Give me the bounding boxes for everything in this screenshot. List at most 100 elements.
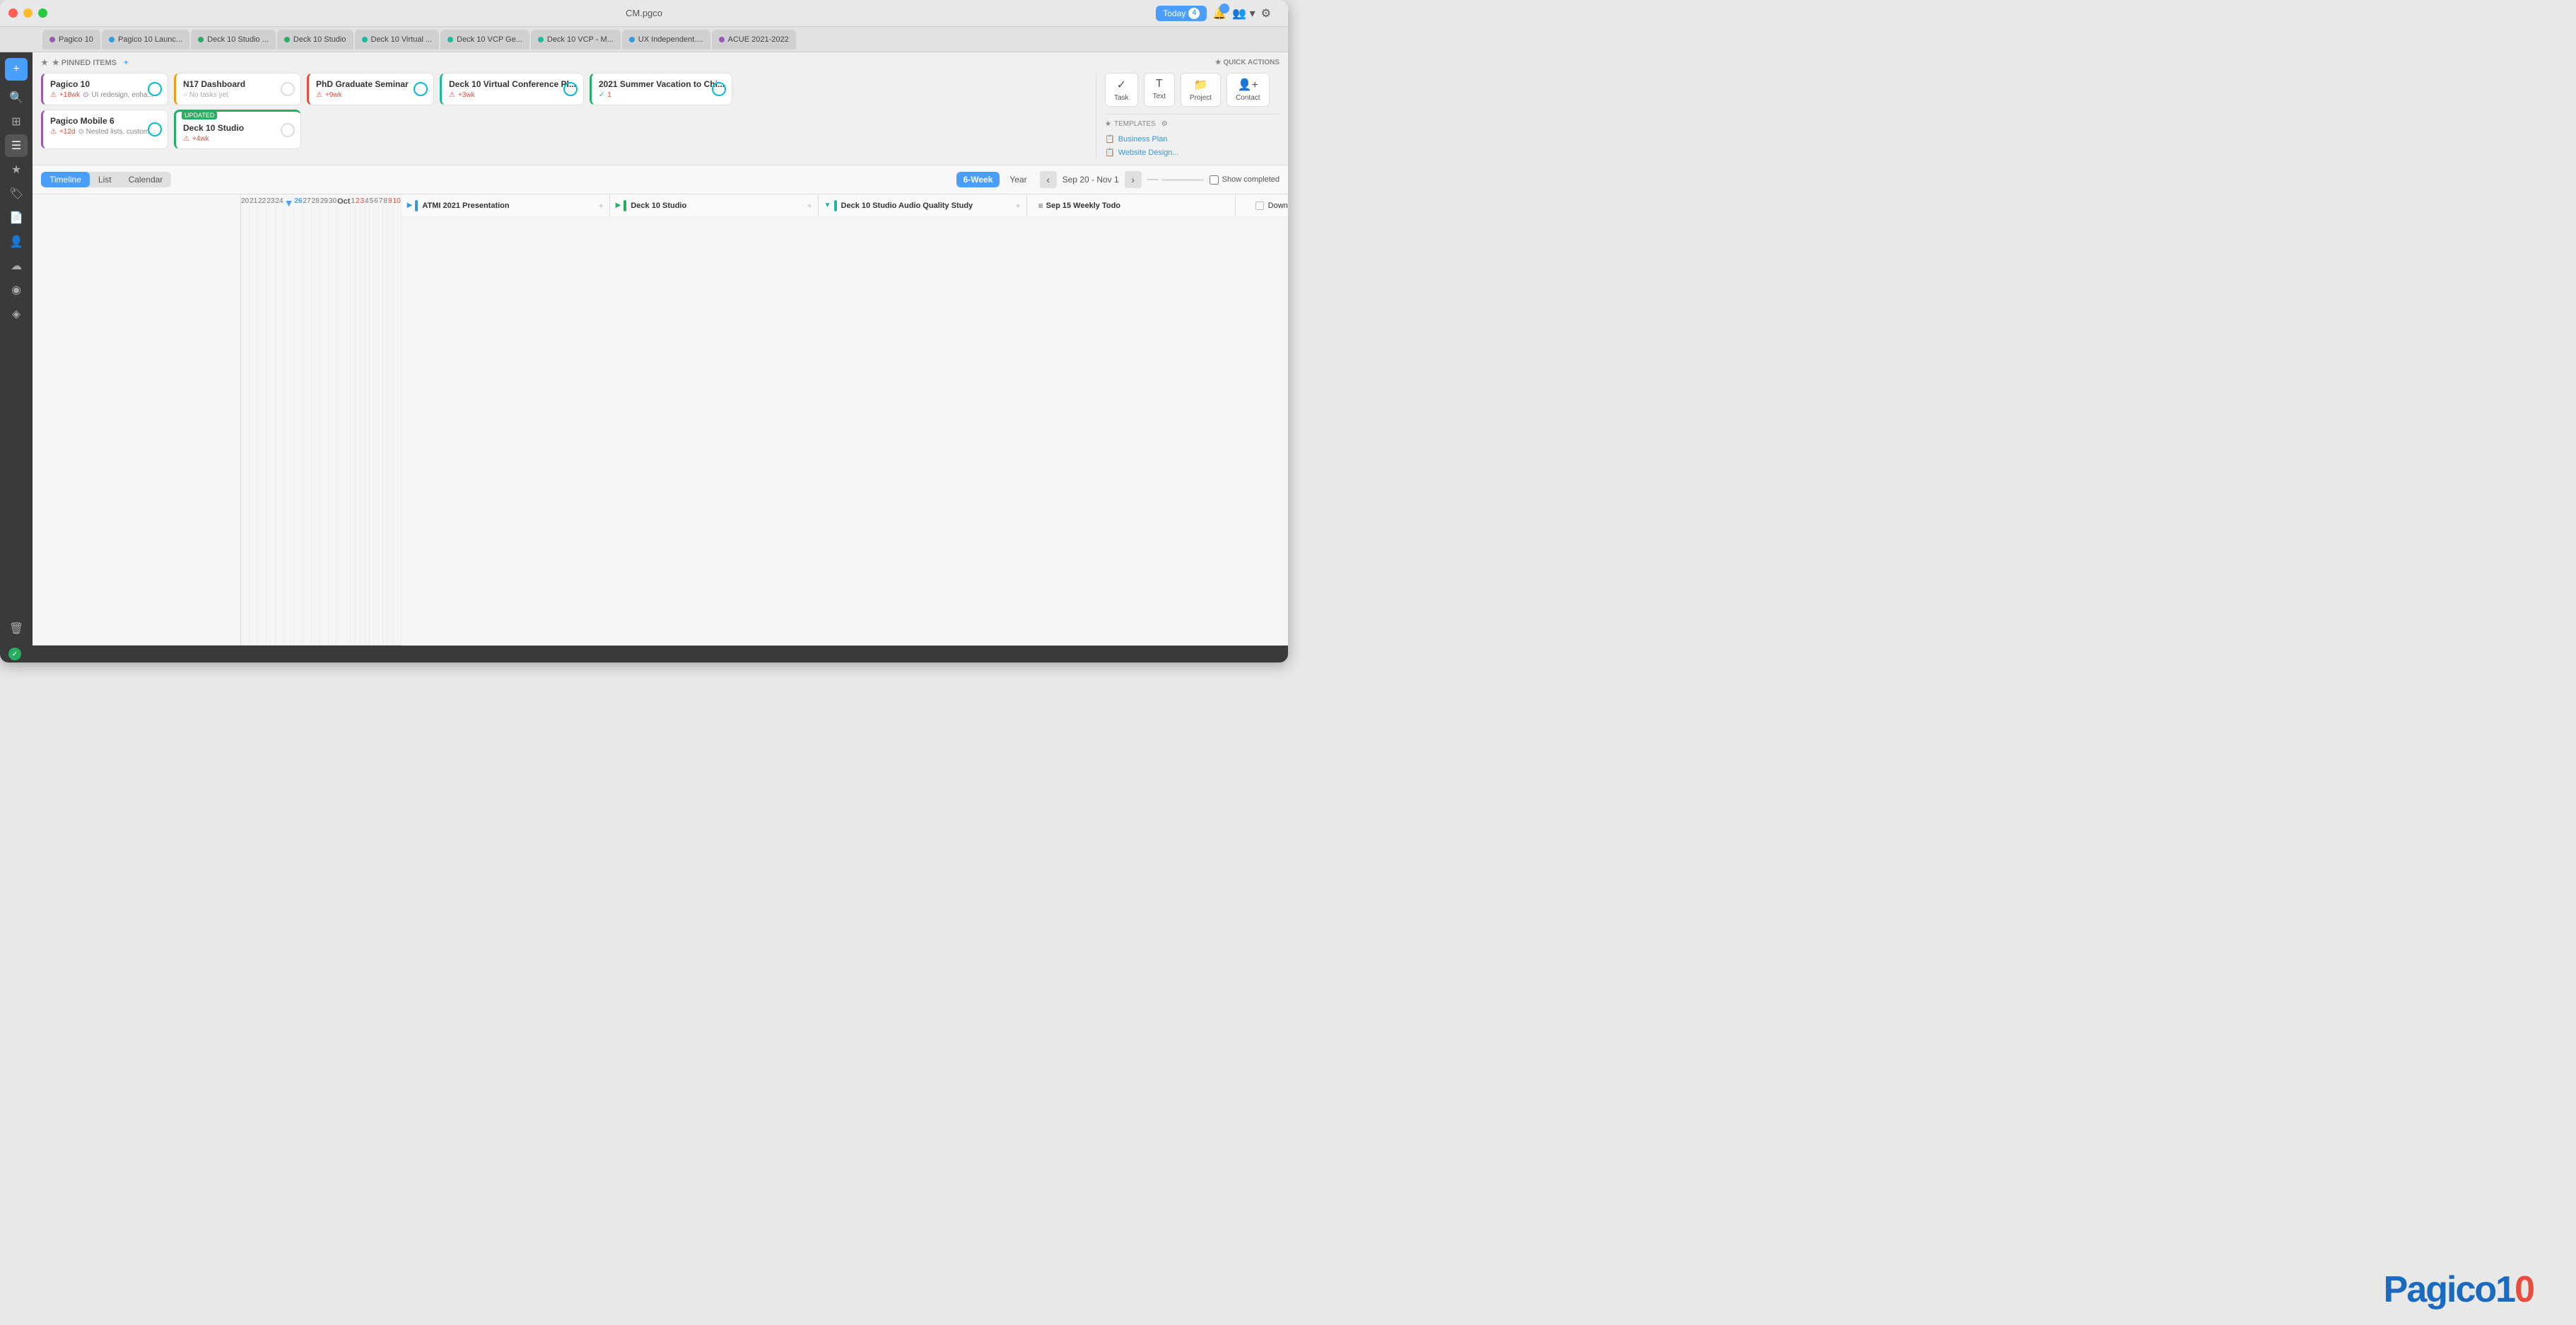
card-status: ⚠ +3wk — [449, 91, 576, 99]
year-button[interactable]: Year — [1002, 172, 1034, 187]
template-website-design[interactable]: 📋 Website Design... — [1105, 146, 1280, 159]
settings-button[interactable]: ⚙ — [1261, 6, 1271, 21]
pinned-card-pagico-mobile[interactable]: Pagico Mobile 6 ⚠ +12d ⊙ Nested lists, c… — [41, 110, 168, 149]
qa-contact-button[interactable]: 👤+ Contact — [1226, 73, 1269, 107]
sidebar-extra2-icon[interactable]: ◈ — [5, 303, 28, 325]
task-cell-deck10[interactable]: ▶ Deck 10 Studio + — [610, 194, 819, 216]
date-oct10: 10 — [393, 194, 402, 645]
tab-timeline[interactable]: Timeline — [41, 172, 90, 187]
task-name-sep15: Sep 15 Weekly Todo — [1046, 202, 1120, 210]
tab-deck10studio2[interactable]: Deck 10 Studio — [277, 30, 353, 49]
card-circle — [563, 82, 578, 96]
task-cell-deck10audio[interactable]: ▼ Deck 10 Studio Audio Quality Study + — [819, 194, 1027, 216]
templates-section: ★ TEMPLATES ⚙ 📋 Business Plan 📋 Website … — [1105, 114, 1280, 159]
content-area: ★ ★ PINNED ITEMS + ★ QUICK ACTIONS — [33, 52, 1288, 646]
task-icon: ✓ — [1117, 78, 1126, 92]
pinned-header: ★ ★ PINNED ITEMS + ★ QUICK ACTIONS — [41, 58, 1280, 67]
zoom-slider[interactable] — [1161, 179, 1204, 181]
task-checkbox-downsample[interactable] — [1255, 202, 1264, 210]
sidebar-search-icon[interactable]: 🔍 — [5, 86, 28, 109]
minimize-button[interactable] — [23, 8, 33, 18]
add-button[interactable]: + — [5, 58, 28, 81]
pinned-row1: Pagico 10 ⚠ +18wk ⊙ UI redesign, enha... — [41, 73, 1090, 105]
pinned-card-pagico10[interactable]: Pagico 10 ⚠ +18wk ⊙ UI redesign, enha... — [41, 73, 168, 105]
sidebar-star-icon[interactable]: ★ — [5, 158, 28, 181]
qa-project-button[interactable]: 📁 Project — [1181, 73, 1221, 107]
sidebar-trash-icon[interactable]: 🗑 — [5, 617, 28, 640]
templates-settings-icon[interactable]: ⚙ — [1161, 120, 1168, 128]
task-cell-downsample[interactable]: Down-sample the CSV data sets — [1236, 194, 1288, 216]
sidebar-cloud-icon[interactable]: ☁ — [5, 255, 28, 277]
nav-next-button[interactable]: › — [1125, 171, 1142, 188]
tab-deck10virtual[interactable]: Deck 10 Virtual ... — [355, 30, 440, 49]
row-deck10audio: ▼ Deck 10 Studio Audio Quality Study + — [819, 194, 1027, 217]
template-label: Website Design... — [1118, 148, 1179, 157]
card-title: PhD Graduate Seminar — [316, 79, 426, 89]
pinned-card-deck10virtual[interactable]: Deck 10 Virtual Conference Pl... ⚠ +3wk — [440, 73, 584, 105]
qa-text-button[interactable]: T Text — [1144, 73, 1175, 107]
pinned-card-n17[interactable]: N17 Dashboard ○ No tasks yet — [174, 73, 301, 105]
templates-star-icon: ★ — [1105, 120, 1111, 128]
user-button[interactable]: 👥 ▾ — [1232, 6, 1255, 21]
pinned-card-summer[interactable]: 2021 Summer Vacation to Chi... ✓ 1 — [590, 73, 732, 105]
6week-button[interactable]: 6-Week — [956, 172, 1000, 187]
circle-icon: ⊙ — [83, 91, 88, 99]
today-marker-icon: ▼ — [284, 197, 294, 209]
nav-prev-button[interactable]: ‹ — [1040, 171, 1057, 188]
add-task-icon[interactable]: + — [1016, 201, 1021, 211]
date-24: 24 — [276, 194, 284, 645]
tab-label: Deck 10 VCP - M... — [547, 35, 614, 44]
show-completed-label: Show completed — [1222, 175, 1280, 184]
row-atmi: ▶ ATMI 2021 Presentation + — [402, 194, 610, 217]
task-name-deck10: Deck 10 Studio — [631, 202, 686, 210]
zoom-out-icon[interactable]: — — [1147, 173, 1159, 186]
add-task-icon[interactable]: + — [807, 201, 812, 211]
qa-task-button[interactable]: ✓ Task — [1105, 73, 1138, 107]
sidebar-list-icon[interactable]: ☰ — [5, 134, 28, 157]
titlebar: CM.pgco Today 4 🔔 👥 ▾ ⚙ — [0, 0, 1288, 27]
sidebar-tags-icon[interactable]: 🏷 — [5, 182, 28, 205]
tab-deck10vcpge[interactable]: Deck 10 VCP Ge... — [440, 30, 529, 49]
main-layout: + 🔍 ⊞ ☰ ★ 🏷 📄 👤 ☁ ◉ ◈ 🗑 ★ ★ PINNED ITEMS… — [0, 52, 1288, 646]
task-name-deck10audio: Deck 10 Studio Audio Quality Study — [841, 202, 973, 210]
card-title: Deck 10 Studio — [183, 123, 293, 133]
tab-label: Deck 10 Studio — [293, 35, 346, 44]
tab-uxindependent[interactable]: UX Independent.... — [622, 30, 710, 49]
sidebar-page-icon[interactable]: 📄 — [5, 206, 28, 229]
templates-label: TEMPLATES — [1114, 120, 1156, 128]
pinned-add-icon[interactable]: + — [124, 59, 128, 67]
sidebar-views-icon[interactable]: ⊞ — [5, 110, 28, 133]
timeline-area: Timeline List Calendar 6-Week Year ‹ Sep… — [33, 165, 1288, 646]
card-title: N17 Dashboard — [183, 79, 293, 89]
template-business-plan[interactable]: 📋 Business Plan — [1105, 132, 1280, 146]
tab-deck10vcpm[interactable]: Deck 10 VCP - M... — [531, 30, 621, 49]
sidebar-contact-icon[interactable]: 👤 — [5, 230, 28, 253]
add-task-icon[interactable]: + — [599, 201, 604, 211]
tab-list[interactable]: List — [90, 172, 120, 187]
quick-actions-label: ★ QUICK ACTIONS — [1215, 59, 1280, 66]
traffic-lights — [8, 8, 47, 18]
tab-pagico10[interactable]: Pagico 10 — [42, 30, 100, 49]
header-right: Today 4 🔔 👥 ▾ ⚙ — [1156, 6, 1280, 21]
card-status: ⚠ +18wk ⊙ UI redesign, enha... — [50, 91, 160, 99]
zoom-controls: — — [1147, 173, 1204, 186]
date-28: 28 — [312, 194, 320, 645]
task-cell-sep15[interactable]: ≡ Sep 15 Weekly Todo — [1027, 194, 1236, 216]
qa-project-label: Project — [1190, 94, 1212, 102]
tab-label: Deck 10 Virtual ... — [371, 35, 433, 44]
today-button[interactable]: Today 4 — [1156, 6, 1207, 21]
tab-calendar[interactable]: Calendar — [120, 172, 172, 187]
show-completed-checkbox[interactable] — [1210, 175, 1219, 185]
task-cell-atmi[interactable]: ▶ ATMI 2021 Presentation + — [402, 194, 610, 216]
tab-acue[interactable]: ACUE 2021-2022 — [712, 30, 796, 49]
sidebar-extra-icon[interactable]: ◉ — [5, 279, 28, 301]
close-button[interactable] — [8, 8, 18, 18]
maximize-button[interactable] — [38, 8, 47, 18]
notifications-button[interactable]: 🔔 — [1212, 6, 1226, 21]
pinned-card-deck10studio[interactable]: UPDATED Deck 10 Studio ⚠ +4wk — [174, 110, 301, 149]
tab-deck10studio1[interactable]: Deck 10 Studio ... — [191, 30, 276, 49]
scrollable-area: 20 21 22 23 24 ▼ 26 27 28 — [33, 194, 1288, 646]
tab-pagico10launch[interactable]: Pagico 10 Launc... — [102, 30, 189, 49]
pinned-card-phd[interactable]: PhD Graduate Seminar ⚠ +9wk — [307, 73, 434, 105]
date-25: ▼ — [284, 194, 295, 645]
